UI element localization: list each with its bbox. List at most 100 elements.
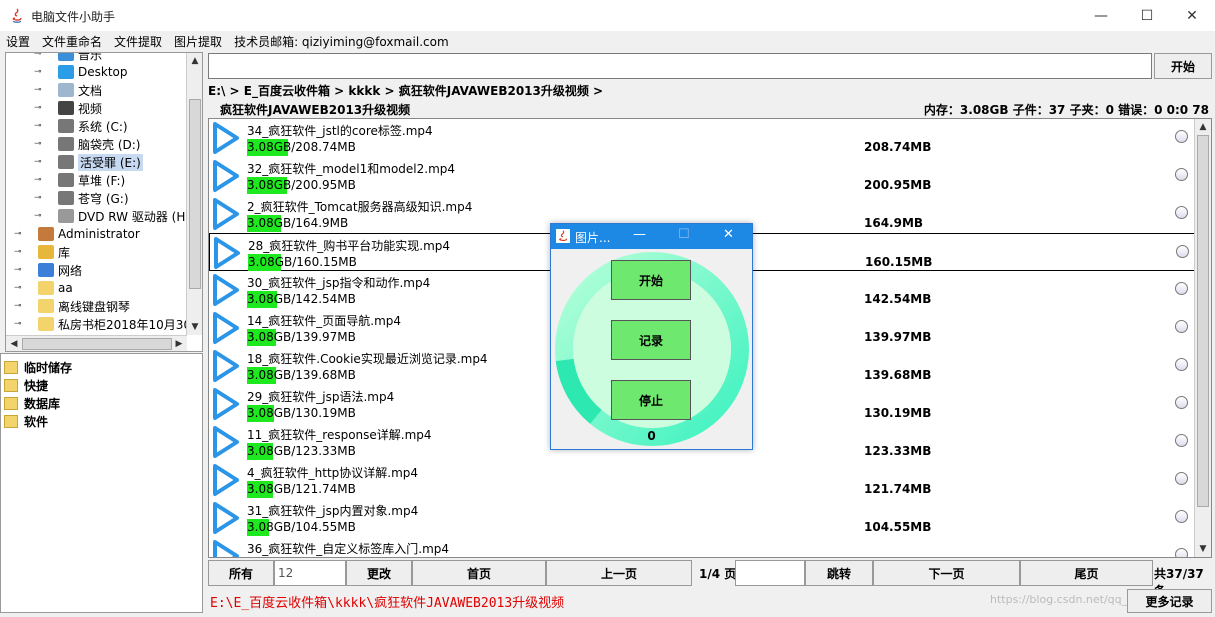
- list-item[interactable]: 快捷: [1, 376, 202, 394]
- tree-item[interactable]: 草堆 (F:): [58, 171, 125, 189]
- tree-item[interactable]: 脑袋壳 (D:): [58, 135, 140, 153]
- expand-toggle-icon[interactable]: ⊸: [34, 139, 44, 149]
- tree-item[interactable]: Administrator: [38, 225, 140, 243]
- close-button[interactable]: ✕: [723, 227, 734, 242]
- last-page-button[interactable]: 尾页: [1020, 560, 1153, 586]
- expand-toggle-icon[interactable]: ⊸: [14, 247, 24, 257]
- tree-item[interactable]: 网络: [38, 261, 82, 279]
- first-page-button[interactable]: 首页: [412, 560, 546, 586]
- tree-item[interactable]: 私房书柜2018年10月30日: [38, 315, 202, 333]
- per-page-input[interactable]: 12: [274, 560, 346, 586]
- play-icon[interactable]: [211, 311, 241, 345]
- change-button[interactable]: 更改: [346, 560, 412, 586]
- file-list-scrollbar[interactable]: ▲ ▼: [1194, 119, 1211, 557]
- tree-item[interactable]: 系统 (C:): [58, 117, 128, 135]
- play-icon[interactable]: [211, 349, 241, 383]
- file-row[interactable]: 32_疯狂软件_model1和model2.mp4 3.08GB/200.95MB…: [209, 157, 1195, 195]
- dialog-record-button[interactable]: 记录: [611, 320, 691, 360]
- expand-toggle-icon[interactable]: ⊸: [14, 265, 24, 275]
- tree-horizontal-scrollbar[interactable]: ◀ ▶: [6, 335, 187, 351]
- expand-toggle-icon[interactable]: ⊸: [34, 67, 44, 77]
- minimize-button[interactable]: —: [633, 227, 646, 242]
- select-radio[interactable]: [1175, 168, 1188, 181]
- expand-toggle-icon[interactable]: ⊸: [34, 211, 44, 221]
- expand-toggle-icon[interactable]: ⊸: [14, 283, 24, 293]
- menu-rename[interactable]: 文件重命名: [42, 33, 102, 50]
- tree-item[interactable]: 活受罪 (E:): [58, 153, 143, 171]
- play-icon[interactable]: [211, 425, 241, 459]
- close-button[interactable]: ✕: [1169, 0, 1215, 31]
- select-radio[interactable]: [1175, 510, 1188, 523]
- expand-toggle-icon[interactable]: ⊸: [34, 85, 44, 95]
- dialog-start-button[interactable]: 开始: [611, 260, 691, 300]
- tree-item[interactable]: 库: [38, 243, 70, 261]
- dialog-stop-button[interactable]: 停止: [611, 380, 691, 420]
- folder-tree[interactable]: 音乐 ⊸ Desktop ⊸ 文档 ⊸ 视频 ⊸ 系统 (C:) ⊸ 脑袋壳 (D:) ⊸ 活受罪 (E…: [5, 52, 203, 352]
- path-input[interactable]: [208, 53, 1152, 79]
- maximize-button[interactable]: ☐: [1124, 0, 1170, 31]
- menu-image-extract[interactable]: 图片提取: [174, 33, 222, 50]
- tree-item[interactable]: 离线键盘钢琴: [38, 297, 130, 315]
- select-radio[interactable]: [1175, 282, 1188, 295]
- list-item[interactable]: 软件: [1, 412, 202, 430]
- tree-item[interactable]: 视频: [58, 99, 102, 117]
- all-button[interactable]: 所有: [208, 560, 274, 586]
- expand-toggle-icon[interactable]: ⊸: [14, 229, 24, 239]
- file-row[interactable]: 34_疯狂软件_jstl的core标签.mp4 3.08GB/208.74MB 20…: [209, 119, 1195, 157]
- play-icon[interactable]: [211, 387, 241, 421]
- expand-toggle-icon[interactable]: ⊸: [34, 121, 44, 131]
- prev-page-button[interactable]: 上一页: [546, 560, 692, 586]
- scroll-right-arrow-icon[interactable]: ▶: [171, 336, 187, 351]
- select-radio[interactable]: [1175, 472, 1188, 485]
- scroll-up-arrow-icon[interactable]: ▲: [187, 53, 202, 69]
- menu-settings[interactable]: 设置: [6, 33, 30, 50]
- select-radio[interactable]: [1176, 245, 1189, 258]
- menu-file-extract[interactable]: 文件提取: [114, 33, 162, 50]
- tree-item[interactable]: 苍穹 (G:): [58, 189, 129, 207]
- play-icon[interactable]: [211, 539, 241, 558]
- jump-page-input[interactable]: [735, 560, 805, 586]
- select-radio[interactable]: [1175, 396, 1188, 409]
- expand-toggle-icon[interactable]: ⊸: [34, 175, 44, 185]
- select-radio[interactable]: [1175, 320, 1188, 333]
- scroll-thumb[interactable]: [22, 338, 172, 350]
- select-radio[interactable]: [1175, 434, 1188, 447]
- scroll-thumb[interactable]: [1197, 135, 1209, 507]
- play-icon[interactable]: [211, 159, 241, 193]
- scroll-thumb[interactable]: [189, 99, 201, 289]
- file-row[interactable]: 36_疯狂软件_自定义标签库入门.mp4: [209, 537, 1195, 558]
- expand-toggle-icon[interactable]: ⊸: [34, 193, 44, 203]
- expand-toggle-icon[interactable]: ⊸: [34, 157, 44, 167]
- tree-item[interactable]: DVD RW 驱动器 (H:): [58, 207, 194, 225]
- minimize-button[interactable]: —: [1078, 0, 1124, 31]
- select-radio[interactable]: [1175, 548, 1188, 557]
- list-item[interactable]: 临时储存: [1, 358, 202, 376]
- tree-item[interactable]: aa: [38, 279, 73, 297]
- list-item[interactable]: 数据库: [1, 394, 202, 412]
- play-icon[interactable]: [212, 236, 242, 270]
- select-radio[interactable]: [1175, 206, 1188, 219]
- expand-toggle-icon[interactable]: ⊸: [14, 301, 24, 311]
- expand-toggle-icon[interactable]: ⊸: [34, 103, 44, 113]
- tree-vertical-scrollbar[interactable]: ▲ ▼: [186, 53, 202, 335]
- menu-tech-email[interactable]: 技术员邮箱: qiziyiming@foxmail.com: [234, 33, 449, 50]
- more-records-button[interactable]: 更多记录: [1127, 589, 1212, 613]
- file-row[interactable]: 31_疯狂软件_jsp内置对象.mp4 3.08GB/104.55MB 104.55…: [209, 499, 1195, 537]
- play-icon[interactable]: [211, 197, 241, 231]
- play-icon[interactable]: [211, 501, 241, 535]
- jump-button[interactable]: 跳转: [805, 560, 873, 586]
- start-button[interactable]: 开始: [1154, 53, 1212, 79]
- maximize-button[interactable]: ☐: [678, 227, 690, 242]
- tree-item[interactable]: Desktop: [58, 63, 128, 81]
- scroll-down-arrow-icon[interactable]: ▼: [1195, 541, 1211, 557]
- file-row[interactable]: 4_疯狂软件_http协议详解.mp4 3.08GB/121.74MB 121.74…: [209, 461, 1195, 499]
- select-radio[interactable]: [1175, 130, 1188, 143]
- select-radio[interactable]: [1175, 358, 1188, 371]
- tree-item[interactable]: 文档: [58, 81, 102, 99]
- play-icon[interactable]: [211, 121, 241, 155]
- play-icon[interactable]: [211, 463, 241, 497]
- scroll-down-arrow-icon[interactable]: ▼: [187, 319, 202, 335]
- expand-toggle-icon[interactable]: ⊸: [14, 319, 24, 329]
- tree-item[interactable]: 音乐: [58, 53, 102, 63]
- expand-toggle-icon[interactable]: ⊸: [34, 53, 44, 59]
